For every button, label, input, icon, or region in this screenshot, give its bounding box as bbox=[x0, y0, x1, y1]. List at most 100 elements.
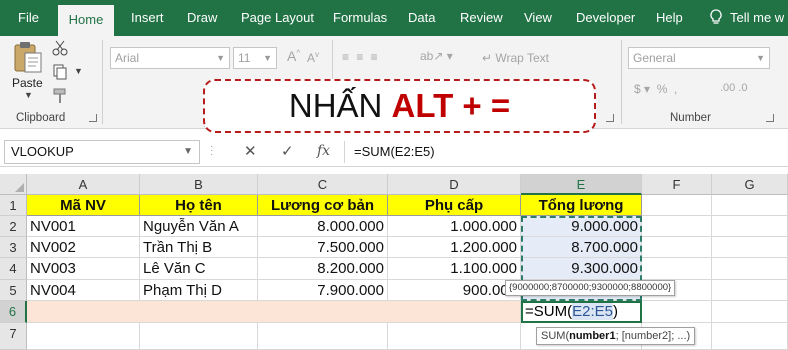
wrap-text-label: Wrap Text bbox=[495, 51, 549, 65]
cell-g1[interactable] bbox=[712, 195, 788, 216]
cell-c5[interactable]: 7.900.000 bbox=[258, 280, 388, 301]
row-header-2[interactable]: 2 bbox=[0, 216, 27, 237]
cell-d2[interactable]: 1.000.000 bbox=[388, 216, 521, 237]
cell-e1[interactable]: Tổng lương bbox=[521, 195, 642, 216]
tab-home[interactable]: Home bbox=[58, 5, 114, 36]
cell-a5[interactable]: NV004 bbox=[27, 280, 140, 301]
tab-formulas[interactable]: Formulas bbox=[333, 0, 387, 36]
tab-insert[interactable]: Insert bbox=[131, 0, 164, 36]
increase-font-icon[interactable]: A^ bbox=[287, 48, 300, 64]
row-header-3[interactable]: 3 bbox=[0, 237, 27, 258]
enter-icon[interactable]: ✓ bbox=[281, 142, 294, 160]
cell-c4[interactable]: 8.200.000 bbox=[258, 258, 388, 280]
copy-dropdown-icon[interactable]: ▼ bbox=[74, 66, 83, 76]
cell-f2[interactable] bbox=[642, 216, 712, 237]
row-header-1[interactable]: 1 bbox=[0, 195, 27, 216]
currency-format-icon[interactable]: $ ▾ % , bbox=[634, 82, 677, 96]
tell-me-label: Tell me w bbox=[730, 10, 785, 25]
cell-b4[interactable]: Lê Văn C bbox=[140, 258, 258, 280]
tab-help[interactable]: Help bbox=[656, 0, 683, 36]
font-size-dropdown[interactable]: 11 ▼ bbox=[233, 47, 277, 69]
cell-a1[interactable]: Mã NV bbox=[27, 195, 140, 216]
cell-f6[interactable] bbox=[642, 301, 712, 323]
formula-divider bbox=[344, 141, 345, 163]
cell-c7[interactable] bbox=[258, 323, 388, 350]
formula-input[interactable]: =SUM(E2:E5) bbox=[354, 144, 435, 159]
column-header-f[interactable]: F bbox=[642, 174, 712, 195]
tab-data[interactable]: Data bbox=[408, 0, 435, 36]
cut-icon[interactable] bbox=[52, 40, 68, 56]
row-header-5[interactable]: 5 bbox=[0, 280, 27, 301]
active-cell-e6[interactable]: =SUM(E2:E5) bbox=[521, 301, 642, 323]
row-header-4[interactable]: 4 bbox=[0, 258, 27, 280]
name-box[interactable]: VLOOKUP ▼ bbox=[4, 140, 200, 164]
column-header-e[interactable]: E bbox=[521, 174, 642, 195]
cell-g4[interactable] bbox=[712, 258, 788, 280]
paste-dropdown-icon[interactable]: ▼ bbox=[24, 90, 33, 100]
align-top-icons[interactable]: ≡ ≡ ≡ bbox=[342, 50, 380, 64]
cell-a3[interactable]: NV002 bbox=[27, 237, 140, 258]
cell-e3[interactable]: 8.700.000 bbox=[521, 237, 642, 258]
cell-b3[interactable]: Trần Thị B bbox=[140, 237, 258, 258]
format-painter-icon[interactable] bbox=[52, 88, 68, 104]
wrap-text-button[interactable]: ↵ Wrap Text bbox=[482, 51, 549, 65]
cell-d1[interactable]: Phụ cấp bbox=[388, 195, 521, 216]
cell-c3[interactable]: 7.500.000 bbox=[258, 237, 388, 258]
tab-file[interactable]: File bbox=[18, 0, 39, 36]
cell-g6[interactable] bbox=[712, 301, 788, 323]
select-all-button[interactable] bbox=[0, 174, 27, 195]
column-header-b[interactable]: B bbox=[140, 174, 258, 195]
column-header-c[interactable]: C bbox=[258, 174, 388, 195]
cell-b7[interactable] bbox=[140, 323, 258, 350]
clipboard-launcher-icon[interactable] bbox=[89, 114, 97, 122]
cell-g7[interactable] bbox=[712, 323, 788, 350]
tab-view[interactable]: View bbox=[524, 0, 552, 36]
copy-icon[interactable] bbox=[52, 64, 68, 80]
alignment-launcher-icon[interactable] bbox=[606, 114, 614, 122]
number-format-dropdown[interactable]: General ▼ bbox=[628, 47, 770, 69]
cell-d7[interactable] bbox=[388, 323, 521, 350]
tab-draw[interactable]: Draw bbox=[187, 0, 217, 36]
cell-a2[interactable]: NV001 bbox=[27, 216, 140, 237]
cell-c2[interactable]: 8.000.000 bbox=[258, 216, 388, 237]
cell-b1[interactable]: Họ tên bbox=[140, 195, 258, 216]
cell-f4[interactable] bbox=[642, 258, 712, 280]
cell-c1[interactable]: Lương cơ bản bbox=[258, 195, 388, 216]
cell-g5[interactable] bbox=[712, 280, 788, 301]
tab-developer[interactable]: Developer bbox=[576, 0, 635, 36]
decimal-icons[interactable]: .00 .0 bbox=[720, 82, 748, 94]
cell-d4[interactable]: 1.100.000 bbox=[388, 258, 521, 280]
column-header-d[interactable]: D bbox=[388, 174, 521, 195]
font-name-dropdown[interactable]: Arial ▼ bbox=[110, 47, 230, 69]
cell-a7[interactable] bbox=[27, 323, 140, 350]
cell-f1[interactable] bbox=[642, 195, 712, 216]
paste-button-label[interactable]: Paste bbox=[12, 76, 43, 90]
cell-g3[interactable] bbox=[712, 237, 788, 258]
paste-icon[interactable] bbox=[12, 40, 44, 74]
cell-b5[interactable]: Phạm Thị D bbox=[140, 280, 258, 301]
tell-me-search[interactable]: Tell me w bbox=[710, 0, 784, 36]
cell-e4[interactable]: 9.300.000 bbox=[521, 258, 642, 280]
column-header-g[interactable]: G bbox=[712, 174, 788, 195]
cell-d3[interactable]: 1.200.000 bbox=[388, 237, 521, 258]
cell-a4[interactable]: NV003 bbox=[27, 258, 140, 280]
cell-a6-d6-fill[interactable] bbox=[27, 301, 521, 323]
insert-function-icon[interactable]: fx bbox=[317, 143, 330, 159]
cell-b2[interactable]: Nguyễn Văn A bbox=[140, 216, 258, 237]
column-header-a[interactable]: A bbox=[27, 174, 140, 195]
orientation-icon[interactable]: ab↗ ▾ bbox=[420, 49, 453, 63]
cancel-icon[interactable]: ✕ bbox=[244, 142, 257, 160]
tab-page-layout[interactable]: Page Layout bbox=[241, 0, 314, 36]
resize-handle[interactable]: · · · bbox=[210, 142, 213, 160]
tab-review[interactable]: Review bbox=[460, 0, 503, 36]
group-divider bbox=[621, 40, 622, 124]
cell-g2[interactable] bbox=[712, 216, 788, 237]
row-header-6[interactable]: 6 bbox=[0, 301, 27, 323]
worksheet-grid[interactable]: A B C D E F G 1 2 3 4 5 6 7 Mã NV Họ tên… bbox=[0, 174, 788, 350]
cell-e2[interactable]: 9.000.000 bbox=[521, 216, 642, 237]
cell-f3[interactable] bbox=[642, 237, 712, 258]
number-launcher-icon[interactable] bbox=[766, 114, 774, 122]
cell-d5[interactable]: 900.000 bbox=[388, 280, 521, 301]
decrease-font-icon[interactable]: Av bbox=[307, 50, 319, 65]
row-header-7[interactable]: 7 bbox=[0, 323, 27, 350]
